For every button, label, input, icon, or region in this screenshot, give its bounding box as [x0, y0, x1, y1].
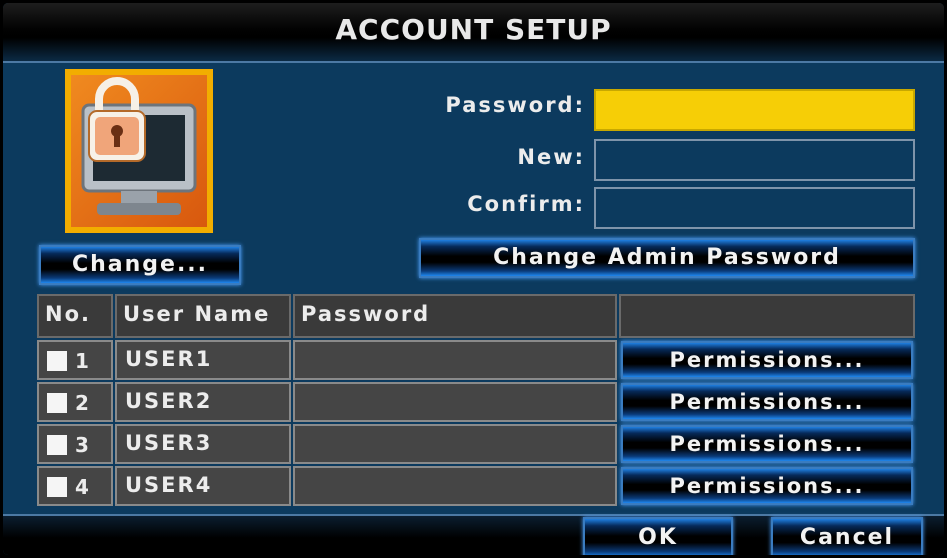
- table-row-number-cell: 1: [37, 340, 113, 380]
- new-password-field[interactable]: [594, 139, 915, 181]
- ok-button[interactable]: OK: [583, 517, 733, 555]
- column-header-no: No.: [37, 294, 113, 338]
- permissions-button[interactable]: Permissions...: [621, 383, 913, 421]
- confirm-password-field[interactable]: [594, 187, 915, 229]
- locked-monitor-icon: [65, 69, 213, 233]
- table-row-number-cell: 4: [37, 466, 113, 506]
- username-field[interactable]: USER3: [115, 424, 291, 464]
- password-field[interactable]: [594, 89, 915, 131]
- row-number: 4: [75, 475, 91, 499]
- user-password-field[interactable]: [293, 382, 617, 422]
- table-row-number-cell: 2: [37, 382, 113, 422]
- account-setup-dialog: ACCOUNT SETUP Change... Password: New: C…: [0, 0, 947, 558]
- row-number: 3: [75, 433, 91, 457]
- permissions-button[interactable]: Permissions...: [621, 467, 913, 505]
- row-checkbox[interactable]: [47, 393, 67, 413]
- cancel-button[interactable]: Cancel: [771, 517, 923, 555]
- username-field[interactable]: USER2: [115, 382, 291, 422]
- change-admin-password-button[interactable]: Change Admin Password: [419, 238, 915, 278]
- permissions-button[interactable]: Permissions...: [621, 425, 913, 463]
- user-password-field[interactable]: [293, 340, 617, 380]
- row-checkbox[interactable]: [47, 477, 67, 497]
- column-header-password: Password: [293, 294, 617, 338]
- change-icon-button[interactable]: Change...: [39, 245, 241, 285]
- username-field[interactable]: USER1: [115, 340, 291, 380]
- user-password-field[interactable]: [293, 466, 617, 506]
- column-header-username: User Name: [115, 294, 291, 338]
- row-checkbox[interactable]: [47, 435, 67, 455]
- row-number: 2: [75, 391, 91, 415]
- user-password-field[interactable]: [293, 424, 617, 464]
- row-number: 1: [75, 349, 91, 373]
- confirm-password-label: Confirm:: [467, 192, 585, 216]
- column-header-actions: [619, 294, 915, 338]
- monitor-lock-graphic: [81, 77, 197, 215]
- table-row-number-cell: 3: [37, 424, 113, 464]
- username-field[interactable]: USER4: [115, 466, 291, 506]
- dialog-title: ACCOUNT SETUP: [335, 13, 612, 46]
- permissions-button[interactable]: Permissions...: [621, 341, 913, 379]
- password-label: Password:: [445, 93, 585, 117]
- title-bar: ACCOUNT SETUP: [3, 3, 944, 63]
- row-checkbox[interactable]: [47, 351, 67, 371]
- new-password-label: New:: [517, 145, 585, 169]
